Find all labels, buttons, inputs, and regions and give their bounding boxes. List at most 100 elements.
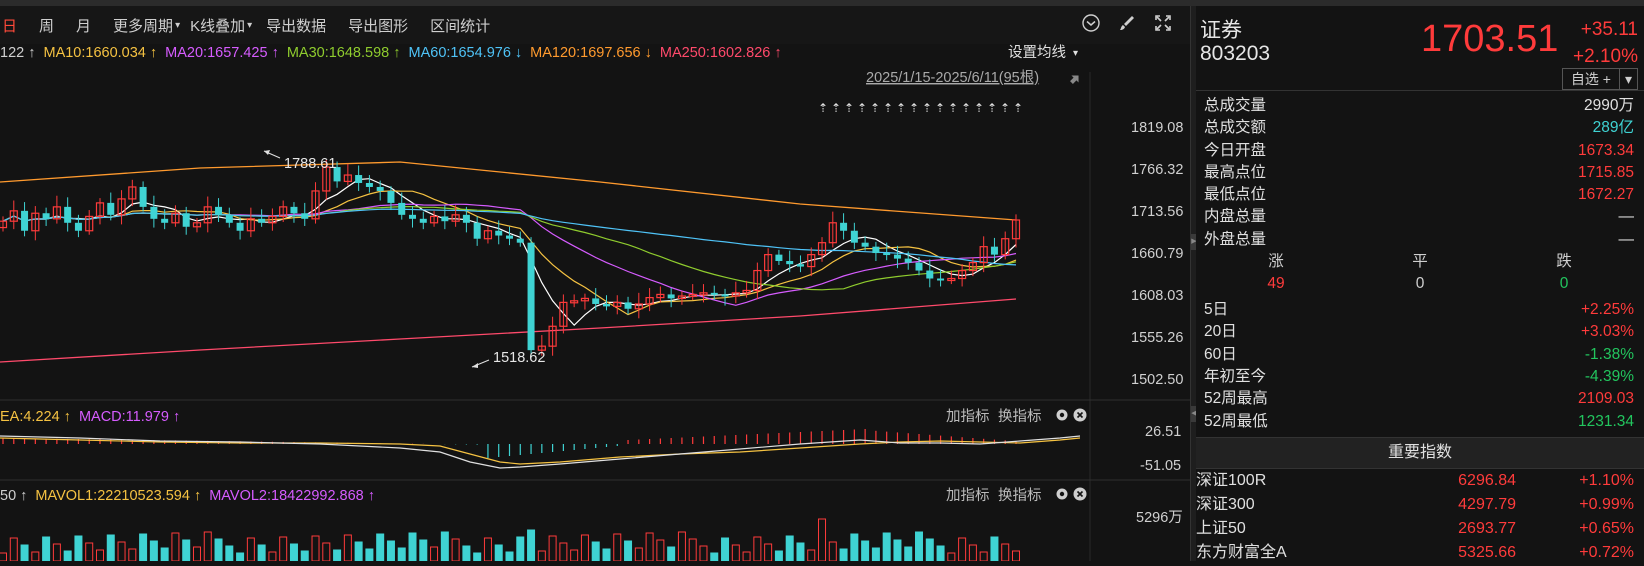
up-arrow-icon: ⇡ [818,101,828,115]
volume-bar [893,539,902,562]
price-axis-label: 1819.08 [1131,120,1183,136]
kline-overlay-dropdown[interactable]: K线叠加 [190,15,245,36]
kline-chart-area[interactable]: 122 ↑ MA10:1660.034 ↑ MA20:1657.425 ↑ MA30:… [0,44,1190,562]
stat-row: 总成交额 289亿 [1204,117,1634,139]
up-arrow-icon: ⇡ [883,101,893,115]
stat-label: 今日开盘 [1204,141,1267,159]
volume-bar [516,536,525,562]
volume-bar [397,547,406,562]
close-icon[interactable] [1073,487,1087,501]
chevron-down-icon[interactable]: ▾ [1618,69,1637,89]
ma-legend-item: MA120:1697.656 ↓ [530,45,652,61]
index-name: 深证300 [1196,495,1255,513]
index-change: +0.65% [1579,519,1634,537]
volume-bar [591,541,600,562]
quote-panel: 证券 803203 1703.51 +35.11 +2.10% 自选 + ▾ 总… [1196,6,1644,561]
macd-legend: EA:4.224 ↑ MACD:11.979 ↑ [0,409,180,425]
volume-switch-indicator-button[interactable]: 换指标 [998,487,1042,504]
stat-label: 20日 [1204,323,1237,341]
kline-chart-svg[interactable]: 122 ↑ MA10:1660.034 ↑ MA20:1657.425 ↑ MA30:… [0,44,1190,562]
up-arrow-icon: ⇡ [935,101,945,115]
volume-bar [354,541,363,562]
up-arrow-icon: ⇡ [909,101,919,115]
volume-bar [214,538,223,562]
settings-ma-button[interactable]: 设置均线 [1008,44,1066,61]
period-day-tab[interactable]: 日 [2,15,17,36]
svg-text:122 ↑MA10:1660.034 ↑MA20:1657.: 122 ↑ MA10:1660.034 ↑ MA20:1657.425 ↑ MA30:… [0,45,782,61]
stat-label: 最高点位 [1204,163,1267,181]
index-value: 6296.84 [1458,471,1516,489]
volume-bar [236,552,245,562]
stat-row: 内盘总量 — [1204,206,1634,228]
macd-switch-indicator-button[interactable]: 换指标 [998,408,1042,425]
svg-text:1518.62: 1518.62 [493,350,545,366]
volume-add-indicator-button[interactable]: 加指标 [946,487,990,504]
volume-bar [257,544,266,562]
change-percent: +2.10% [1573,46,1638,67]
stat-label: 外盘总量 [1204,230,1267,248]
watchlist-add-button[interactable]: 自选 + ▾ [1561,68,1638,90]
macd-legend-item: MACD:11.979 ↑ [79,409,180,425]
volume-bar [925,538,934,562]
volume-bar [667,546,676,562]
ma-legend-item: MA20:1657.425 ↑ [165,45,279,61]
index-row[interactable]: 深证300 4297.79 +0.99% [1196,493,1644,517]
index-row[interactable]: 上证50 2693.77 +0.65% [1196,517,1644,541]
macd-add-indicator-button[interactable]: 加指标 [946,408,990,425]
export-data-button[interactable]: 导出数据 [266,15,326,36]
price-axis-label: 1608.03 [1131,288,1183,304]
volume-bar [990,536,999,562]
decline-count: 0 [1559,275,1569,293]
volume-bar [882,532,891,562]
fullscreen-icon[interactable] [1152,12,1174,34]
stat-row: 年初至今 -4.39% [1204,366,1634,388]
close-icon[interactable] [1073,408,1087,422]
stat-label: 内盘总量 [1204,208,1267,226]
decline-label: 跌 [1556,253,1572,271]
volume-bar [710,552,719,562]
volume-bar [386,540,395,562]
last-price: 1703.51 [1421,18,1559,60]
volume-bar [871,547,880,562]
volume-bar [861,540,870,562]
stat-value: 1673.34 [1577,141,1634,159]
period-month-tab[interactable]: 月 [76,15,91,36]
period-week-tab[interactable]: 周 [39,15,54,36]
stat-value: 1231.34 [1577,412,1634,430]
volume-bar [160,547,169,562]
index-value: 5325.66 [1458,543,1516,561]
gear-icon[interactable] [1056,488,1068,500]
up-arrow-icon: ⇡ [1013,101,1023,115]
volume-bar [904,546,913,562]
volume-bar [839,548,848,562]
volume-bar [785,535,794,562]
volume-bar [106,534,115,562]
range-stats-button[interactable]: 区间统计 [430,15,490,36]
stat-value: +2.25% [1580,301,1634,319]
collapse-chevron-icon[interactable] [1080,12,1102,34]
gear-icon[interactable] [1056,409,1068,421]
stat-row: 5日 +2.25% [1204,299,1634,321]
index-value: 2693.77 [1458,519,1516,537]
change-value: +35.11 [1580,19,1638,40]
more-periods-dropdown[interactable]: 更多周期 [113,15,173,36]
brush-icon[interactable] [1116,12,1138,34]
quote-header: 证券 803203 1703.51 +35.11 +2.10% 自选 + ▾ [1196,6,1644,91]
volume-bar [915,531,924,562]
price-axis-label: 1660.79 [1131,246,1183,262]
volume-bar [494,544,503,562]
index-row[interactable]: 深证100R 6296.84 +1.10% [1196,469,1644,493]
index-name: 深证100R [1196,471,1267,489]
stat-value: — [1618,230,1635,248]
up-arrow-icon: ⇡ [870,101,880,115]
volume-bar [505,551,514,562]
date-range-label[interactable]: 2025/1/15-2025/6/11(95根) [866,69,1039,86]
stat-label: 60日 [1204,345,1237,363]
export-chart-button[interactable]: 导出图形 [348,15,408,36]
ma-legend-item: MA30:1648.598 ↑ [287,45,401,61]
watchlist-label[interactable]: 自选 + [1563,69,1619,89]
advance-count: 49 [1267,275,1285,293]
volume-legend: 50 ↑ MAVOL1:22210523.594 ↑ MAVOL2:18422992… [0,488,375,504]
index-row[interactable]: 东方财富全A 5325.66 +0.72% [1196,541,1644,565]
up-arrow-icon: ⇡ [922,101,932,115]
